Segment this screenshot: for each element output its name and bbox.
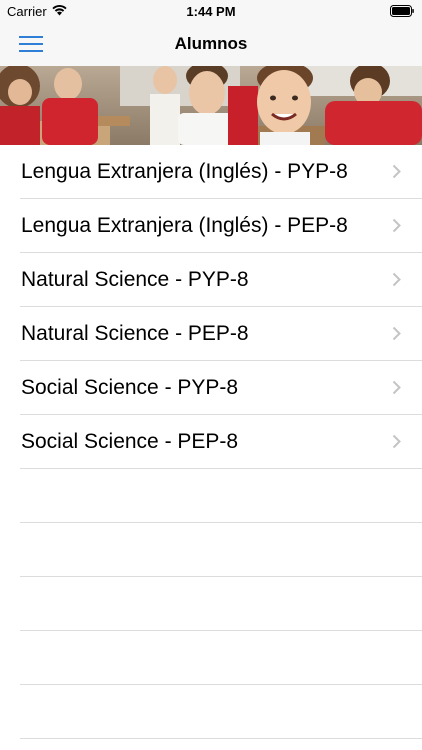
list-item-label: Natural Science - PYP-8 — [21, 268, 249, 291]
list-item[interactable]: Natural Science - PEP-8 — [0, 307, 422, 361]
chevron-right-icon — [392, 164, 401, 179]
navigation-bar: Alumnos — [0, 22, 422, 66]
subject-list: Lengua Extranjera (Inglés) - PYP-8 Lengu… — [0, 145, 422, 739]
empty-row — [0, 577, 422, 631]
list-item-label: Social Science - PYP-8 — [21, 376, 239, 399]
chevron-right-icon — [392, 272, 401, 287]
list-item[interactable]: Social Science - PEP-8 — [0, 415, 422, 469]
list-item[interactable]: Lengua Extranjera (Inglés) - PYP-8 — [0, 145, 422, 199]
chevron-right-icon — [392, 218, 401, 233]
battery-icon — [390, 5, 414, 17]
chevron-right-icon — [392, 326, 401, 341]
list-item-label: Lengua Extranjera (Inglés) - PEP-8 — [21, 214, 348, 237]
chevron-right-icon — [392, 434, 401, 449]
list-item[interactable]: Natural Science - PYP-8 — [0, 253, 422, 307]
status-bar: Carrier 1:44 PM — [0, 0, 422, 22]
list-item[interactable]: Social Science - PYP-8 — [0, 361, 422, 415]
empty-row — [0, 685, 422, 739]
list-item-label: Lengua Extranjera (Inglés) - PYP-8 — [21, 160, 348, 183]
empty-row — [0, 631, 422, 685]
list-item[interactable]: Lengua Extranjera (Inglés) - PEP-8 — [0, 199, 422, 253]
empty-row — [0, 523, 422, 577]
list-item-label: Natural Science - PEP-8 — [21, 322, 249, 345]
status-time: 1:44 PM — [186, 4, 236, 19]
empty-row — [0, 469, 422, 523]
page-title: Alumnos — [174, 34, 248, 53]
list-item-label: Social Science - PEP-8 — [21, 430, 239, 453]
chevron-right-icon — [392, 380, 401, 395]
banner-image — [0, 66, 422, 145]
